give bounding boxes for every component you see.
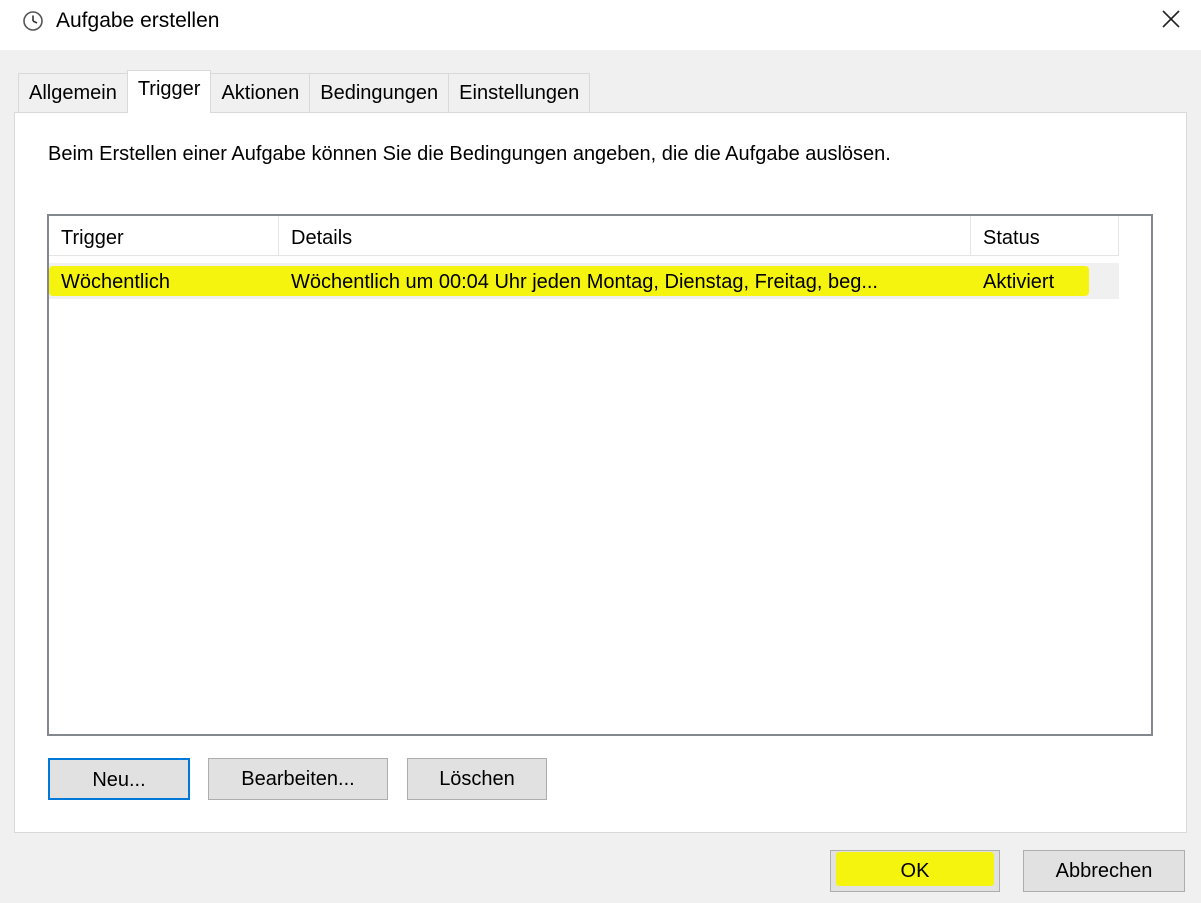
ok-button[interactable]: OK [830,850,1000,892]
row-details: Wöchentlich um 00:04 Uhr jeden Montag, D… [291,271,878,293]
list-header: Trigger Details Status [49,216,1119,256]
table-row[interactable]: Wöchentlich Wöchentlich um 00:04 Uhr jed… [49,263,1119,299]
trigger-panel: Beim Erstellen einer Aufgabe können Sie … [14,112,1187,833]
tab-einstellungen[interactable]: Einstellungen [448,73,591,113]
column-header-trigger[interactable]: Trigger [49,216,279,256]
column-header-status[interactable]: Status [971,216,1119,256]
trigger-list[interactable]: Trigger Details Status Wöchentlich Wöche… [47,214,1153,736]
row-status: Aktiviert [983,271,1055,293]
clock-icon [22,10,44,32]
tab-strip: Allgemein Trigger Aktionen Bedingungen E… [18,70,591,113]
tab-allgemein[interactable]: Allgemein [18,73,128,113]
cancel-button[interactable]: Abbrechen [1023,850,1185,892]
panel-description: Beim Erstellen einer Aufgabe können Sie … [48,143,891,165]
new-button[interactable]: Neu... [48,758,190,800]
window-title: Aufgabe erstellen [56,9,220,32]
title-bar: Aufgabe erstellen [0,0,1201,50]
close-button[interactable] [1141,0,1201,44]
tab-bedingungen[interactable]: Bedingungen [309,73,450,113]
row-trigger: Wöchentlich [61,271,170,293]
edit-button[interactable]: Bearbeiten... [208,758,388,800]
close-icon [1161,9,1181,35]
tab-trigger[interactable]: Trigger [126,70,212,113]
tab-aktionen[interactable]: Aktionen [210,73,311,113]
column-header-details[interactable]: Details [279,216,971,256]
delete-button[interactable]: Löschen [407,758,547,800]
